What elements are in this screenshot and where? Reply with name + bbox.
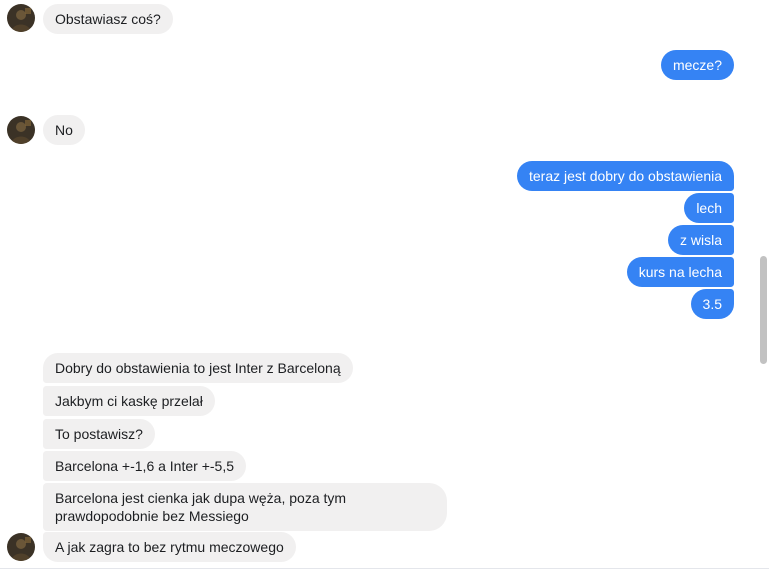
outgoing-message[interactable]: teraz jest dobry do obstawienia — [517, 161, 734, 191]
scrollbar-thumb[interactable] — [760, 256, 767, 364]
contact-avatar-icon[interactable] — [7, 533, 35, 561]
incoming-message[interactable]: Jakbym ci kaskę przelał — [43, 386, 215, 416]
incoming-message[interactable]: Barcelona +-1,6 a Inter +-5,5 — [43, 451, 246, 481]
contact-avatar-icon[interactable] — [7, 4, 35, 32]
outgoing-message[interactable]: lech — [684, 193, 734, 223]
chat-thread: Obstawiasz coś? mecze? No teraz jest dob… — [0, 0, 769, 571]
incoming-message[interactable]: Obstawiasz coś? — [43, 4, 173, 34]
outgoing-message[interactable]: kurs na lecha — [626, 257, 734, 287]
incoming-message[interactable]: A jak zagra to bez rytmu meczowego — [43, 532, 296, 562]
outgoing-message[interactable]: mecze? — [660, 50, 734, 80]
incoming-message[interactable]: No — [43, 115, 85, 145]
incoming-message[interactable]: To postawisz? — [43, 419, 155, 449]
incoming-message[interactable]: Barcelona jest cienka jak dupa węża, poz… — [43, 483, 447, 531]
incoming-message[interactable]: Dobry do obstawienia to jest Inter z Bar… — [43, 353, 353, 383]
scrollbar[interactable] — [759, 0, 767, 571]
divider — [0, 568, 769, 569]
outgoing-message[interactable]: z wisla — [667, 225, 734, 255]
outgoing-message[interactable]: 3.5 — [690, 289, 734, 319]
contact-avatar-icon[interactable] — [7, 116, 35, 144]
